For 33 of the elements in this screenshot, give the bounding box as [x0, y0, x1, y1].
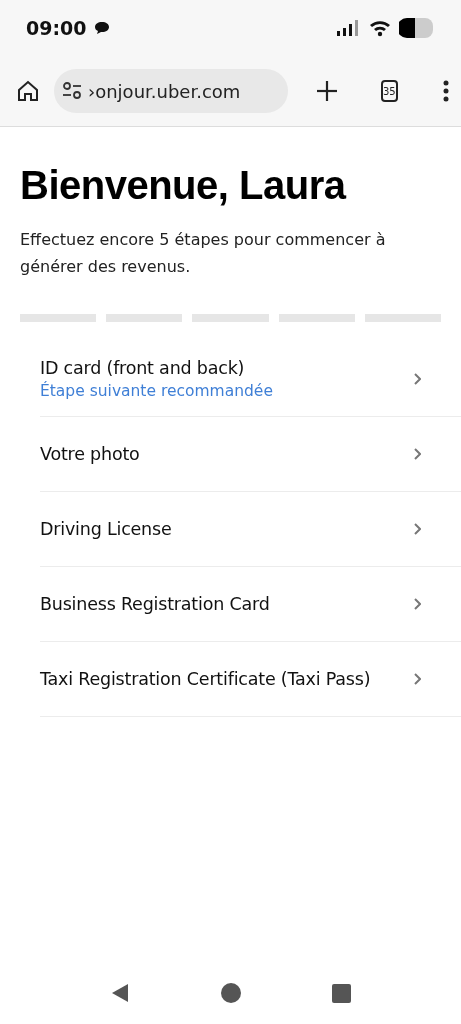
wifi-icon [369, 19, 391, 37]
signal-icon [337, 20, 361, 36]
chevron-icon [413, 598, 421, 610]
step-hint: Étape suivante recommandée [40, 382, 274, 400]
battery-icon [399, 18, 435, 38]
step-label: Business Registration Card [40, 594, 271, 614]
new-tab-button[interactable] [316, 80, 338, 102]
status-time: 09:00 [26, 17, 87, 39]
step-label: Driving License [40, 519, 173, 539]
tab-count-button[interactable]: 35 [380, 80, 398, 102]
chevron-icon [413, 373, 421, 385]
menu-button[interactable] [443, 80, 449, 102]
site-settings-icon[interactable] [62, 82, 82, 100]
address-bar[interactable]: ›onjour.uber.com [54, 69, 288, 113]
step-label: ID card (front and back) [40, 358, 246, 378]
step-label: Taxi Registration Certificate (Taxi Pass) [40, 669, 372, 689]
home-circle-icon[interactable] [220, 982, 242, 1004]
chat-bubble-icon [94, 21, 111, 35]
chevron-icon [413, 523, 421, 535]
back-icon[interactable] [110, 983, 130, 1003]
intro-text: Effectuez encore 5 étapes pour commencer à générer des revenus. [20, 229, 387, 278]
url-text: ›onjour.uber.com [88, 80, 241, 102]
home-button[interactable] [16, 79, 40, 103]
chevron-icon [413, 673, 421, 685]
step-item[interactable]: Votre photo [40, 417, 461, 492]
page-title: Bienvenue, Laura [20, 163, 348, 208]
step-item[interactable]: ID card (front and back) Étape suivante recommandée [40, 342, 461, 417]
chevron-icon [413, 448, 421, 460]
step-item[interactable]: Taxi Registration Certificate (Taxi Pass) [40, 642, 461, 717]
step-label: Votre photo [40, 444, 141, 464]
step-item[interactable]: Driving License [40, 492, 461, 567]
recents-icon[interactable] [332, 983, 351, 1003]
step-item[interactable]: Business Registration Card [40, 567, 461, 642]
